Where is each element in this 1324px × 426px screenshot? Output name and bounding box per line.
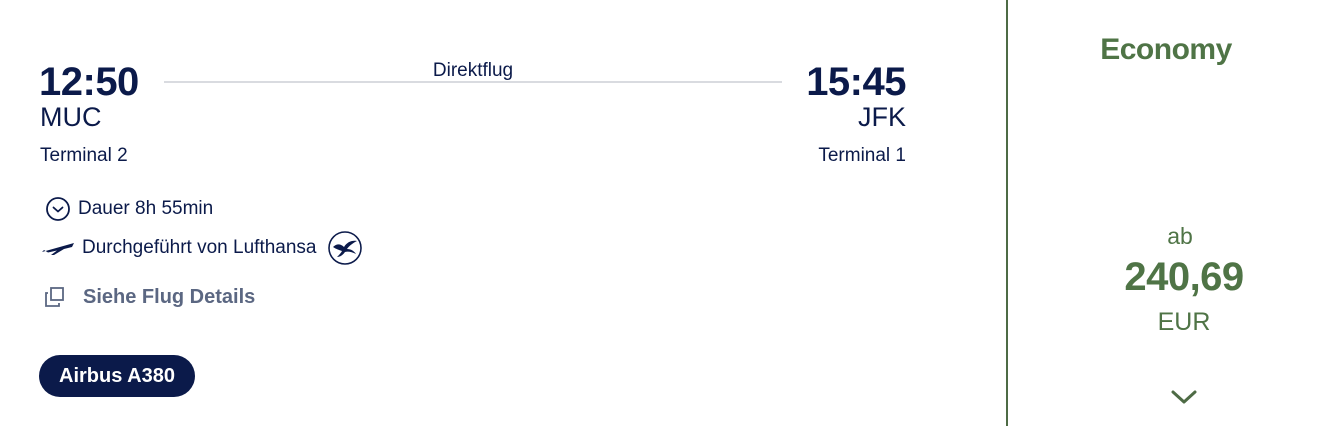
lufthansa-crane-icon — [327, 230, 363, 266]
flight-details-link[interactable]: Siehe Flug Details — [40, 284, 255, 310]
arrival-terminal: Terminal 1 — [818, 145, 906, 166]
plane-icon — [40, 239, 82, 257]
price-amount: 240,69 — [1124, 255, 1244, 299]
operator-row: Durchgeführt von Lufthansa — [40, 231, 363, 265]
route-type-label: Direktflug — [432, 60, 514, 81]
flight-duration: Dauer 8h 55min — [78, 198, 214, 219]
departure-terminal: Terminal 2 — [40, 145, 128, 166]
price-currency: EUR — [1157, 308, 1211, 336]
chevron-down-icon[interactable] — [1167, 384, 1201, 410]
copy-icon — [40, 286, 83, 308]
departure-time: 12:50 — [39, 60, 139, 104]
operator-text: Durchgeführt von Lufthansa — [82, 237, 317, 258]
duration-row: Dauer 8h 55min — [40, 196, 213, 222]
clock-icon — [40, 196, 78, 222]
price-prefix: ab — [1167, 223, 1193, 249]
flight-details-label[interactable]: Siehe Flug Details — [83, 286, 255, 309]
fare-class-label: Economy — [1100, 33, 1232, 66]
arrival-airport: JFK — [857, 102, 906, 132]
arrival-time: 15:45 — [806, 60, 906, 104]
aircraft-badge: Airbus A380 — [39, 355, 195, 397]
flight-result-card: 12:50 MUC Terminal 2 Direktflug 15:45 JF… — [0, 0, 1324, 426]
departure-airport: MUC — [40, 102, 102, 132]
